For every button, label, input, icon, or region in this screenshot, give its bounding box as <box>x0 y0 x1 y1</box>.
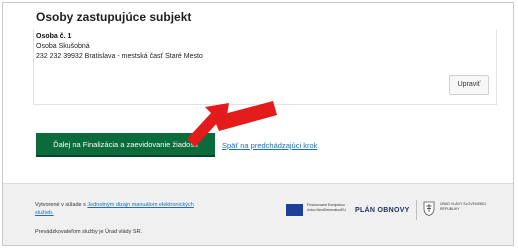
edit-button[interactable]: Upraviť <box>449 75 489 95</box>
government-office-text: ÚRAD VLÁDY SLOVENSKEJ REPUBLIKY <box>440 202 487 211</box>
person-card <box>33 29 497 105</box>
plan-obnovy-logo: PLÁN OBNOVY <box>355 207 410 214</box>
section-title: Osoby zastupujúce subjekt <box>36 10 192 24</box>
eu-flag-icon <box>286 204 303 216</box>
footer-operator-text: Prevádzkovateľom služby je Úrad vlády SR… <box>35 229 143 235</box>
footer-divider <box>416 200 417 220</box>
person-name: Osoba Skušobná <box>36 43 90 50</box>
coat-of-arms-icon <box>423 201 435 216</box>
footer-compliance-prefix: Vytvorené v súlade s <box>35 202 86 208</box>
page-frame: Osoby zastupujúce subjekt Osoba č. 1 Oso… <box>2 2 514 246</box>
footer-compliance-text: Vytvorené v súlade s Jednotným dizajn ma… <box>35 201 205 217</box>
eu-funding-text: Financované Európskou úniou NextGenerati… <box>307 203 346 212</box>
person-heading: Osoba č. 1 <box>36 33 72 40</box>
person-address: 232 232 39932 Bratislava - mestská časť … <box>36 53 203 60</box>
footer: Vytvorené v súlade s Jednotným dizajn ma… <box>3 183 513 245</box>
annotation-arrow-icon <box>187 101 277 147</box>
